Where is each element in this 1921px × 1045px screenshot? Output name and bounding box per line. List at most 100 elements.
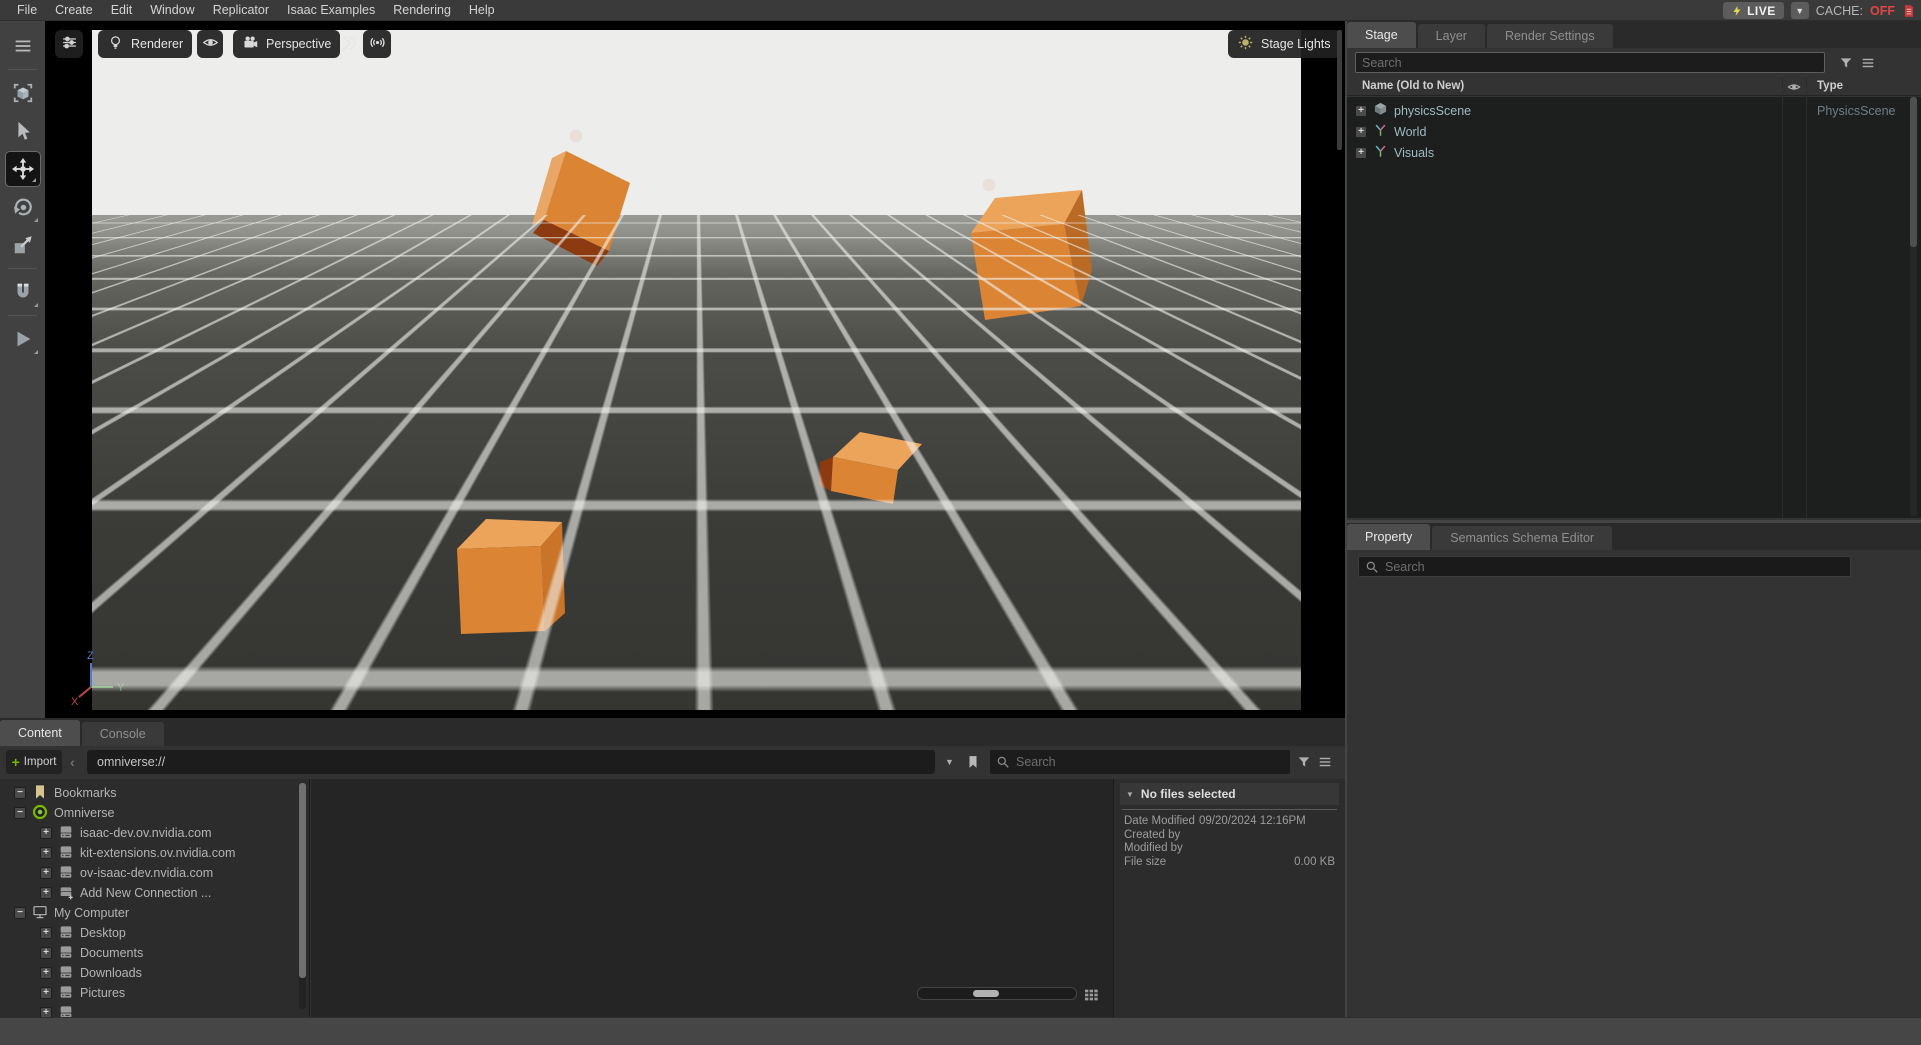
viewport-settings-button[interactable] [55,30,83,58]
content-tree-item-omniverse[interactable]: − Omniverse [0,803,309,823]
expand-icon[interactable]: + [40,847,52,859]
content-tree-item-item[interactable]: + [0,1003,309,1017]
content-search-input[interactable] [1016,755,1284,769]
path-input[interactable] [97,755,925,769]
name-column-header[interactable]: Name (Old to New) [1362,80,1464,92]
stage-tab-render-settings[interactable]: Render Settings [1487,24,1613,48]
stage-search[interactable] [1355,52,1825,73]
stage-row-visuals[interactable]: +Visuals [1347,142,1921,163]
stage-row-physicsscene[interactable]: +physicsScenePhysicsScene [1347,100,1921,121]
viewport-scrollbar[interactable] [1337,30,1342,150]
content-filter-icon[interactable] [1297,750,1311,774]
expand-icon[interactable]: − [14,787,26,799]
item-label[interactable]: Omniverse [54,806,114,820]
content-tree-item-isaac-dev-ov-nvidia-com[interactable]: +isaac-dev.ov.nvidia.com [0,823,309,843]
select-tool-button[interactable] [4,112,42,150]
expand-icon[interactable]: + [40,827,52,839]
menu-item-file[interactable]: File [8,3,46,17]
property-search[interactable] [1358,556,1851,577]
renderer-button[interactable]: Renderer [98,30,192,58]
content-tree-item-my-computer[interactable]: − My Computer [0,903,309,923]
camera-button[interactable]: Perspective [233,30,340,58]
menu-item-replicator[interactable]: Replicator [204,3,278,17]
content-tree-item-kit-extensions-ov-nvidia-com[interactable]: + kit-extensions.ov.nvidia.com [0,843,309,863]
content-tree-scrollbar[interactable] [299,783,306,1009]
content-tree-item-bookmarks[interactable]: − Bookmarks [0,783,309,803]
item-label[interactable]: Downloads [80,966,142,980]
expand-icon[interactable]: − [14,907,26,919]
expand-icon[interactable]: + [1355,126,1367,138]
visibility-column-icon[interactable] [1787,80,1801,94]
expand-icon[interactable]: + [40,867,52,879]
menu-item-help[interactable]: Help [460,3,504,17]
content-tree-item-ov-isaac-dev-nvidia-com[interactable]: + ov-isaac-dev.nvidia.com [0,863,309,883]
menu-item-edit[interactable]: Edit [102,3,142,17]
live-dropdown-button[interactable]: ▼ [1791,2,1809,19]
expand-icon[interactable]: + [40,927,52,939]
path-field[interactable] [87,750,935,774]
item-label[interactable]: kit-extensions.ov.nvidia.com [80,846,235,860]
content-tab-console[interactable]: Console [82,722,164,746]
property-tab-property[interactable]: Property [1347,524,1430,550]
property-tab-semantics-schema-editor[interactable]: Semantics Schema Editor [1432,526,1612,550]
slider-thumb[interactable] [973,990,999,997]
expand-icon[interactable]: + [1355,147,1367,159]
content-tree-item-add-new-connection[interactable]: + Add New Connection ... [0,883,309,903]
expand-icon[interactable]: − [14,807,26,819]
stage-options-icon[interactable] [1861,52,1875,73]
viewport-render-area[interactable] [92,30,1301,710]
cache-document-icon[interactable] [1902,4,1916,18]
path-dropdown-button[interactable]: ▼ [945,750,954,774]
stage-lights-button[interactable]: Stage Lights [1228,30,1340,58]
thumbnail-size-slider[interactable] [917,987,1077,1000]
content-tree-item-pictures[interactable]: + Pictures [0,983,309,1003]
menu-item-create[interactable]: Create [46,3,102,17]
play-tool-button[interactable] [4,320,42,358]
menu-item-rendering[interactable]: Rendering [384,3,460,17]
expand-icon[interactable]: + [40,887,52,899]
live-button[interactable]: LIVE [1723,2,1784,19]
item-label[interactable]: Add New Connection ... [80,886,211,900]
prim-name[interactable]: physicsScene [1394,104,1471,118]
rotate-tool-button[interactable] [4,188,42,226]
item-label[interactable]: My Computer [54,906,129,920]
stage-row-world[interactable]: + World [1347,121,1921,142]
expand-icon[interactable]: + [40,967,52,979]
stage-tab-layer[interactable]: Layer [1418,24,1485,48]
item-label[interactable]: Desktop [80,926,126,940]
file-grid-area[interactable] [311,779,1113,1017]
content-search[interactable] [990,750,1290,774]
expand-toolbar-button[interactable] [338,32,356,59]
item-label[interactable]: Pictures [80,986,125,1000]
snap-tool-button[interactable] [4,273,42,311]
type-column-header[interactable]: Type [1817,80,1843,92]
expand-icon[interactable]: + [40,1007,52,1017]
content-tab-content[interactable]: Content [0,720,80,746]
prim-name[interactable]: World [1394,125,1426,139]
grid-view-icon[interactable] [1083,987,1099,1003]
item-label[interactable]: Bookmarks [54,786,117,800]
details-header[interactable]: ▼ No files selected [1120,783,1339,805]
stage-search-input[interactable] [1362,56,1818,70]
capture-button[interactable] [363,30,391,58]
scale-tool-button[interactable] [4,226,42,264]
menu-item-window[interactable]: Window [141,3,203,17]
toolbar-menu-icon[interactable] [4,27,42,65]
stage-filter-icon[interactable] [1839,52,1853,73]
stage-tab-stage[interactable]: Stage [1347,22,1416,48]
viewport-panel[interactable]: Renderer Perspective Stage Lights Z Y X [45,21,1345,718]
expand-icon[interactable]: + [40,947,52,959]
content-tree-item-desktop[interactable]: + Desktop [0,923,309,943]
select-mode-tool-button[interactable] [4,74,42,112]
back-button[interactable]: ‹ [70,750,75,774]
import-button[interactable]: + Import [6,750,62,774]
expand-icon[interactable]: + [40,987,52,999]
item-label[interactable]: ov-isaac-dev.nvidia.com [80,866,213,880]
property-search-input[interactable] [1385,560,1844,574]
visibility-button[interactable] [197,30,223,58]
item-label[interactable]: Documents [80,946,143,960]
menu-item-isaac-examples[interactable]: Isaac Examples [278,3,384,17]
move-tool-button[interactable] [5,151,41,187]
content-options-icon[interactable] [1318,750,1332,774]
content-tree-item-documents[interactable]: + Documents [0,943,309,963]
